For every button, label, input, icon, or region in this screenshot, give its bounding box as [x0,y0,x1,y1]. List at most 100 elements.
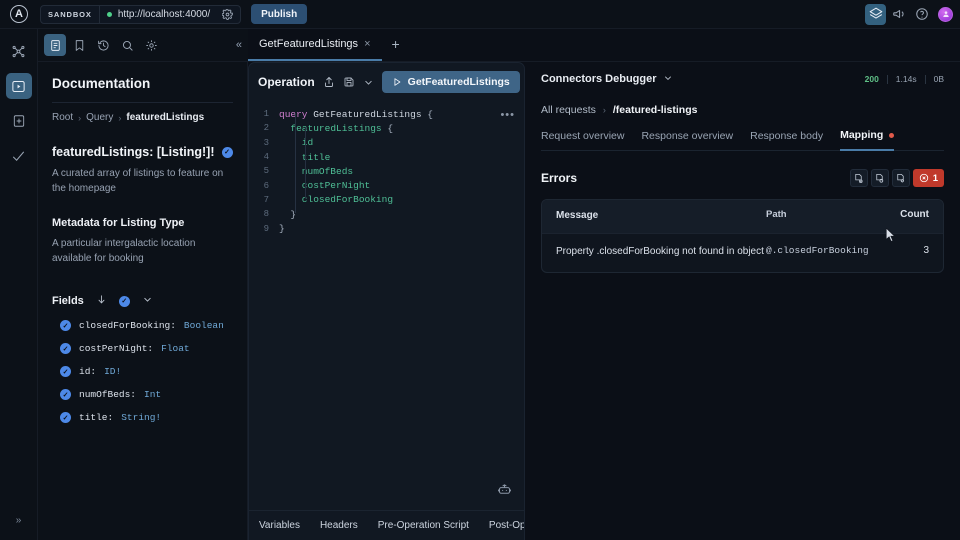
tab-get-featured-listings[interactable]: GetFeaturedListings × [248,28,382,61]
breadcrumb-root[interactable]: Root [52,112,73,123]
column-header-path: Path [766,209,787,220]
chevron-right-icon: › [118,112,122,123]
tab-pre-operation-script[interactable]: Pre-Operation Script [378,520,469,531]
chevron-down-icon[interactable] [363,74,374,90]
tab-headers[interactable]: Headers [320,520,358,531]
panel-collapse-button[interactable]: « [236,39,242,51]
tab-mapping[interactable]: Mapping [840,129,895,151]
documentation-icon[interactable] [44,34,66,56]
editor-more-button[interactable]: ••• [500,109,515,121]
save-icon[interactable] [343,74,355,90]
operation-title: Operation [258,75,315,89]
help-circle-icon[interactable] [911,4,932,25]
list-item[interactable]: ✓ title: String! [52,412,233,423]
environment-chip[interactable]: SANDBOX [41,5,100,23]
tab-response-overview[interactable]: Response overview [641,130,733,150]
tab-request-overview[interactable]: Request overview [541,130,624,150]
add-tab-button[interactable]: + [382,28,410,61]
errors-header: Errors 1 [541,169,944,187]
indent-guide [295,113,296,213]
layers-icon[interactable] [865,3,886,25]
field-type: ID! [104,366,122,377]
line-number: 7 [263,194,269,205]
code-text: id [279,137,314,149]
tab-response-body[interactable]: Response body [750,130,823,150]
list-item[interactable]: ✓ costPerNight: Float [52,343,233,354]
list-item[interactable]: ✓ numOfBeds: Int [52,389,233,400]
list-item[interactable]: ✓ closedForBooking: Boolean [52,320,233,331]
documentation-panel: Documentation Root › Query › featuredLis… [38,62,248,540]
code-line: 6 costPerNight [249,178,524,192]
code-text: featuredListings { [290,122,394,134]
column-header-message: Message [556,210,599,221]
code-line: 4 title [249,150,524,164]
field-signature-text: featuredListings: [Listing!]! [52,145,215,159]
endpoint-settings-gear-icon[interactable] [220,8,240,20]
line-number: 6 [263,180,269,191]
play-icon [394,78,401,86]
divider [886,74,888,84]
fields-filter-check-icon[interactable]: ✓ [118,295,130,307]
share-icon[interactable] [323,74,335,90]
tab-label: GetFeaturedListings [259,37,359,50]
line-number: 3 [263,137,269,148]
breadcrumb-query[interactable]: Query [86,112,113,123]
endpoint-bar[interactable]: SANDBOX http://localhost:4000/ [40,4,242,24]
sort-arrow-down-icon[interactable] [96,294,107,308]
line-number: 9 [263,223,269,234]
rail-expand-button[interactable]: » [16,510,22,528]
megaphone-icon[interactable] [888,4,909,25]
error-count-label: 1 [932,172,938,184]
line-number: 2 [263,123,269,134]
table-row[interactable]: Property .closedForBooking not found in … [542,232,943,273]
code-line: 8 } [249,207,524,221]
field-check-icon: ✓ [60,343,71,354]
list-item[interactable]: ✓ id: ID! [52,366,233,377]
avatar[interactable] [938,6,953,22]
field-check-icon: ✓ [60,389,71,400]
sidebar-item-graph[interactable] [6,38,32,64]
connectors-debugger-panel: Connectors Debugger 200 1.14s 0B All req… [525,62,960,540]
ai-assistant-robot-icon[interactable] [497,482,512,502]
status-badge: 200 [864,74,879,84]
copy-document-icon[interactable] [849,169,868,187]
duplicate-document-icon[interactable] [870,169,889,187]
chevron-down-icon[interactable] [142,294,153,308]
settings-icon[interactable] [140,34,162,56]
error-indicator-dot [889,132,895,138]
debugger-header: Connectors Debugger 200 1.14s 0B [541,62,944,96]
bookmark-icon[interactable] [68,34,90,56]
top-bar: A SANDBOX http://localhost:4000/ Publish [0,0,960,29]
breadcrumb-all-requests[interactable]: All requests [541,104,596,116]
chevron-down-icon[interactable] [663,70,673,88]
field-type: Boolean [183,320,224,331]
search-icon[interactable] [116,34,138,56]
sidebar-item-checks[interactable] [6,143,32,169]
code-line: 5 numOfBeds [249,164,524,178]
publish-button[interactable]: Publish [251,4,308,24]
debugger-title: Connectors Debugger [541,73,657,85]
tab-variables[interactable]: Variables [259,520,300,531]
operation-bottom-tabs: Variables Headers Pre-Operation Script P… [249,510,524,540]
error-count-badge[interactable]: 1 [912,169,944,187]
sidebar-item-schema[interactable] [6,108,32,134]
fields-header: Fields ✓ [52,294,233,308]
code-line: 3 id [249,136,524,150]
code-text: costPerNight [279,180,371,192]
tab-post-operation-script[interactable]: Post-Ope [489,520,524,531]
close-icon[interactable]: × [364,38,370,50]
fields-list: ✓ closedForBooking: Boolean ✓ costPerNig… [52,320,233,423]
sidebar-item-explorer[interactable] [5,73,32,99]
operation-panel: Operation GetFeaturedListings ••• 1 quer… [248,62,525,540]
endpoint-url[interactable]: http://localhost:4000/ [118,9,220,20]
history-icon[interactable] [92,34,114,56]
graphql-code-editor[interactable]: ••• 1 query GetFeaturedListings { 2 feat… [249,101,524,510]
field-name: costPerNight: [79,343,154,354]
document-settings-icon[interactable] [891,169,910,187]
app-logo[interactable]: A [0,0,38,29]
run-operation-button[interactable]: GetFeaturedListings [381,71,520,93]
debugger-breadcrumb: All requests › /featured-listings [541,104,944,116]
logo-letter: A [10,5,28,23]
cell-message: Property .closedForBooking not found in … [556,245,764,257]
column-header-count: Count [900,209,929,220]
